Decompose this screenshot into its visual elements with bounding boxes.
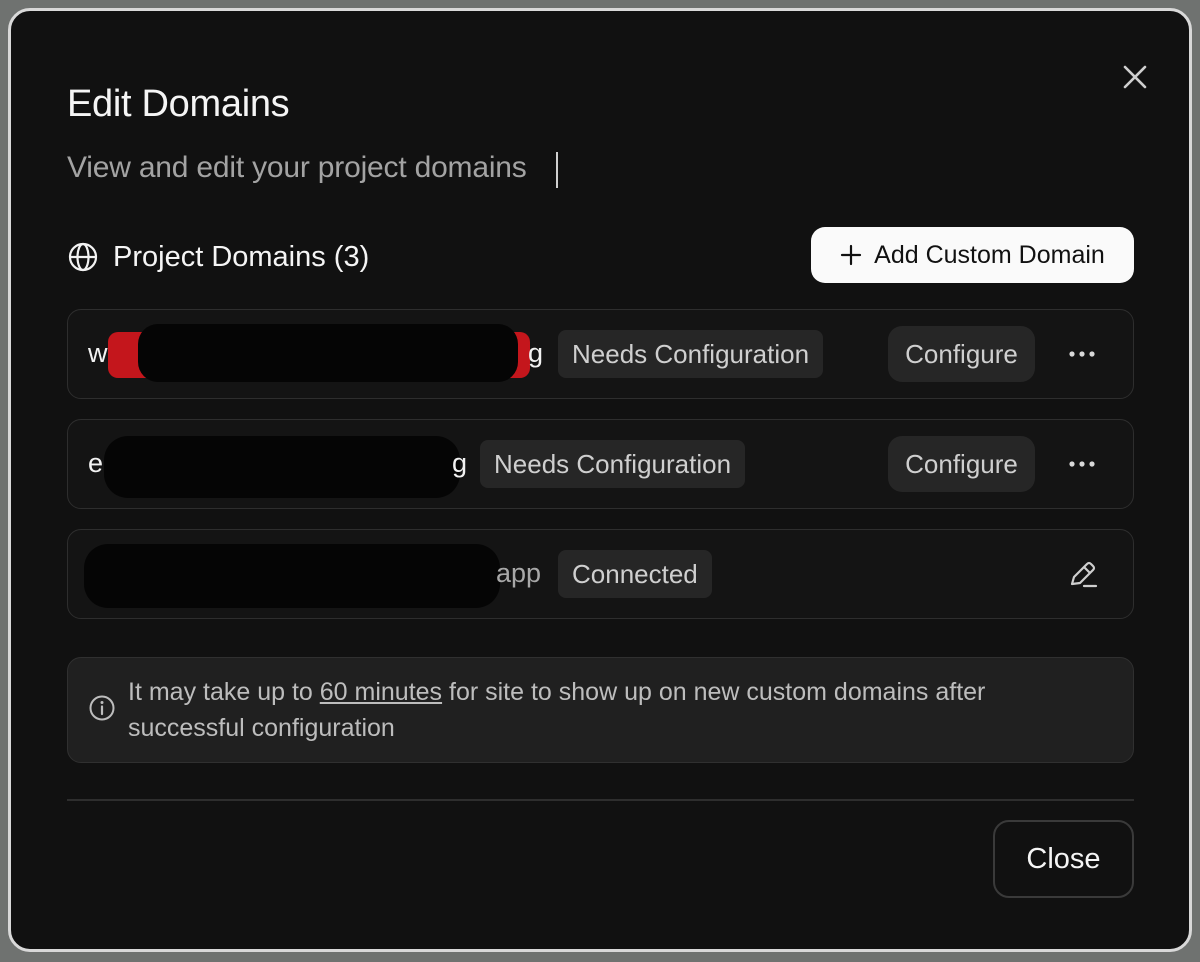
- redaction-mark: [104, 436, 460, 498]
- configure-button[interactable]: Configure: [888, 436, 1035, 492]
- domain-row: app Connected: [67, 529, 1134, 619]
- add-custom-domain-label: Add Custom Domain: [874, 240, 1105, 269]
- redaction-mark: [84, 544, 500, 608]
- text-cursor: [556, 152, 558, 188]
- domain-name-suffix: app: [496, 558, 542, 588]
- info-icon: [89, 695, 115, 721]
- info-callout: It may take up to 60 minutes for site to…: [67, 657, 1134, 763]
- domain-row: w g Needs Configuration Configure: [67, 309, 1134, 399]
- more-horizontal-icon[interactable]: [1066, 340, 1098, 368]
- domain-name: e: [88, 448, 104, 478]
- status-badge: Needs Configuration: [480, 440, 746, 488]
- dialog-title: Edit Domains: [67, 83, 290, 125]
- domain-row: e g Needs Configuration Configure: [67, 419, 1134, 509]
- globe-icon: [68, 242, 98, 272]
- plus-icon: [841, 244, 862, 266]
- edit-domains-dialog: Edit Domains View and edit your project …: [8, 8, 1192, 952]
- domain-name-suffix: g: [452, 448, 468, 478]
- info-link[interactable]: 60 minutes: [320, 678, 442, 706]
- domain-name: w: [88, 338, 108, 368]
- status-badge: Needs Configuration: [558, 330, 824, 378]
- redaction-mark: [138, 324, 518, 382]
- configure-button[interactable]: Configure: [888, 326, 1035, 382]
- section-title: Project Domains (3): [113, 240, 370, 273]
- dialog-subtitle: View and edit your project domains: [67, 151, 527, 184]
- close-icon[interactable]: [1119, 61, 1151, 93]
- close-button[interactable]: Close: [993, 820, 1134, 898]
- more-horizontal-icon[interactable]: [1066, 450, 1098, 478]
- edit-pencil-icon[interactable]: [1066, 558, 1100, 592]
- project-domains-header: Project Domains (3): [67, 237, 369, 277]
- domain-name-suffix: g: [528, 338, 544, 368]
- info-text: It may take up to 60 minutes for site to…: [128, 678, 986, 742]
- status-badge: Connected: [558, 550, 712, 598]
- add-custom-domain-button[interactable]: Add Custom Domain: [811, 227, 1134, 283]
- footer-divider: [67, 799, 1134, 801]
